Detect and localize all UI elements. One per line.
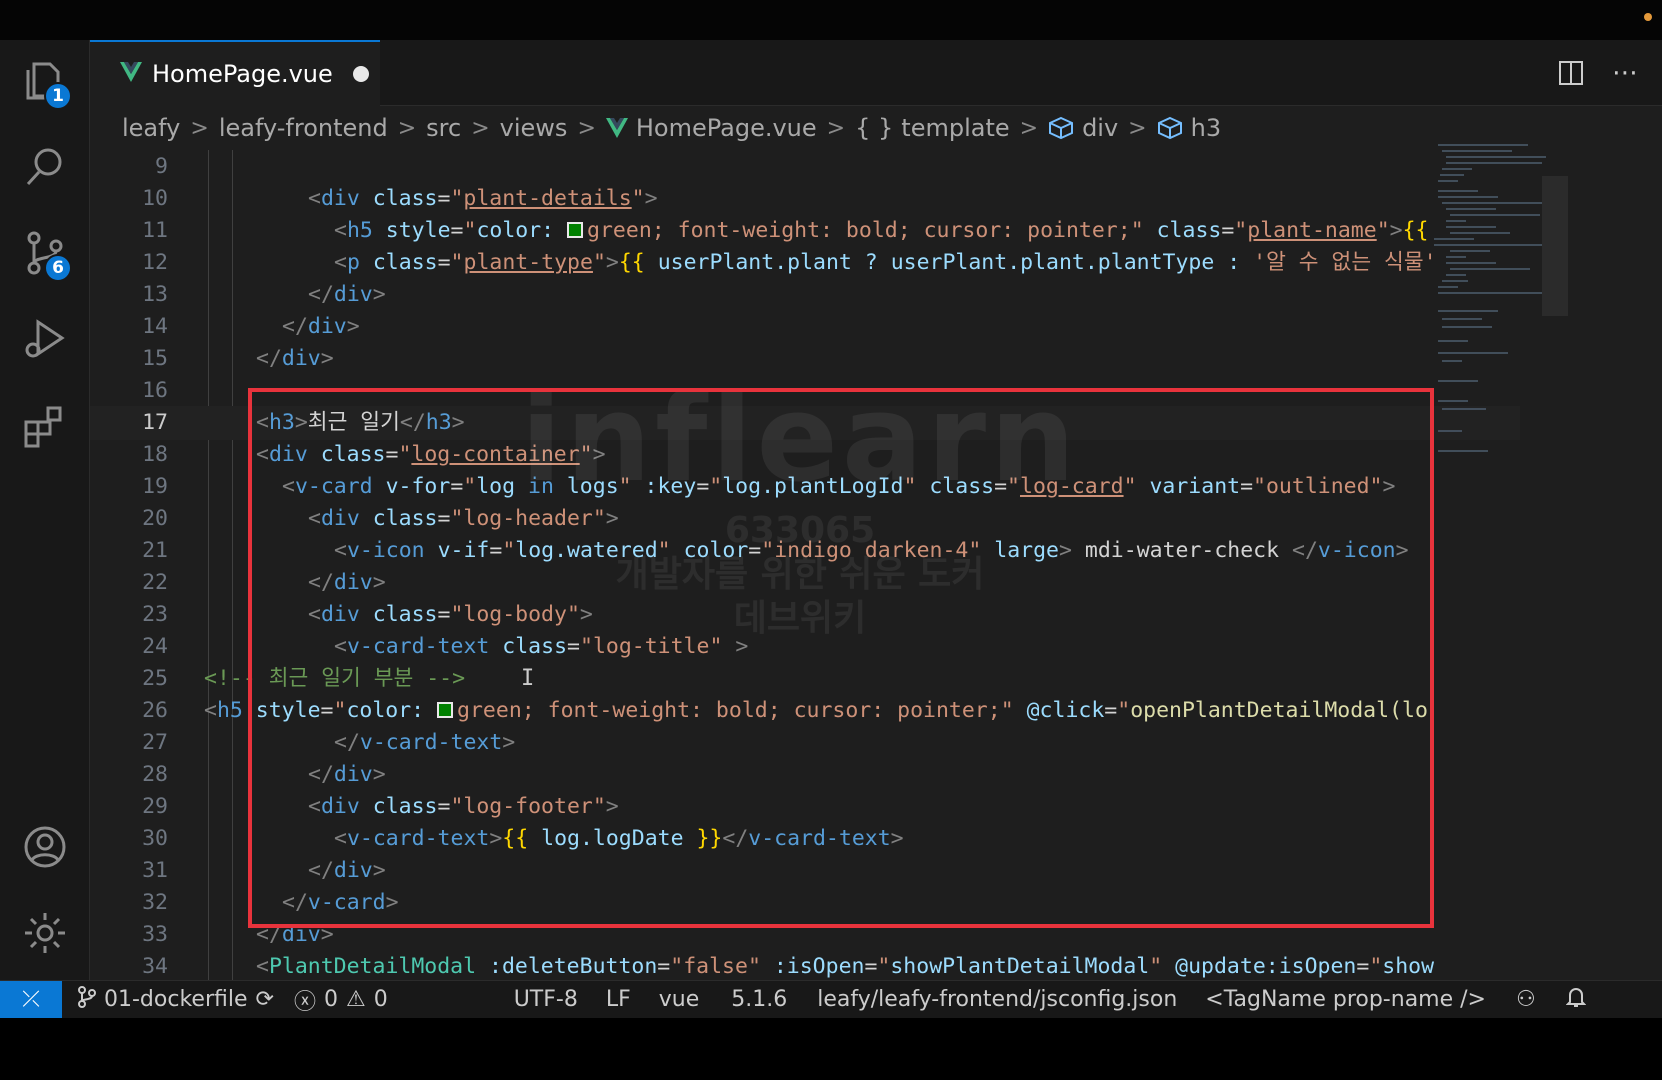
code-line: 34 <PlantDetailModal :deleteButton="false…	[142, 954, 1435, 979]
vue-icon	[120, 62, 142, 86]
breadcrumb-item[interactable]: div	[1082, 114, 1118, 142]
warning-icon: ⚠	[345, 987, 366, 1012]
title-bar	[0, 0, 1662, 40]
code-line: 23 <div class="log-body">	[142, 602, 593, 627]
gear-icon	[20, 908, 70, 962]
code-line: 28 </div>	[142, 762, 386, 787]
bottom-strip	[0, 1018, 1662, 1080]
breadcrumb: leafy > leafy-frontend > src > views > HomeP…	[90, 106, 1662, 150]
code-line: 21 <v-icon v-if="log.watered" color="indi…	[142, 538, 1409, 563]
code-editor[interactable]: 9 10 <div class="plant-details"> 11 <h5 st…	[90, 150, 1520, 1038]
account-icon	[20, 822, 70, 876]
chevron-right-icon: >	[577, 115, 596, 141]
color-swatch[interactable]	[437, 702, 454, 718]
accounts-button[interactable]	[16, 820, 74, 878]
git-branch-icon	[78, 985, 96, 1014]
code-line: 29 <div class="log-footer">	[142, 794, 619, 819]
code-line: 16	[142, 378, 168, 403]
manage-button[interactable]	[16, 906, 74, 964]
remote-button[interactable]: ⤫	[0, 980, 62, 1019]
source-control-badge: 6	[44, 254, 72, 282]
vue-icon	[605, 118, 628, 138]
code-line: 18 <div class="log-container">	[142, 442, 606, 467]
chevron-right-icon: >	[190, 115, 209, 141]
chevron-right-icon: >	[1019, 115, 1039, 141]
code-line: 30 <v-card-text>{{ log.logDate }}</v-card…	[142, 826, 904, 851]
error-icon: ⓧ	[293, 989, 316, 1015]
code-line: 12 <p class="plant-type">{{ userPlant.pla…	[142, 250, 1437, 275]
element-cube-icon	[1048, 116, 1074, 140]
color-swatch[interactable]	[567, 222, 584, 238]
jsconfig-indicator[interactable]: leafy/leafy-frontend/jsconfig.json	[817, 987, 1177, 1012]
search-icon	[20, 142, 70, 196]
chevron-right-icon: >	[1128, 115, 1147, 141]
code-line: 20 <div class="log-header">	[142, 506, 619, 531]
chevron-right-icon: >	[826, 115, 846, 141]
code-line: 33 </div>	[142, 922, 334, 947]
feedback-icon[interactable]: ⚇	[1516, 987, 1536, 1012]
run-debug-button[interactable]	[16, 312, 74, 370]
text-cursor-icon: I	[521, 666, 535, 691]
scrollbar[interactable]	[1542, 176, 1568, 316]
status-bar: ⤫ 01-dockerfile ⟳ ⓧ 0 ⚠ 0 UTF-8 LF vue 5.1…	[0, 980, 1662, 1019]
braces-icon: { }	[855, 114, 894, 142]
tab-label: HomePage.vue	[152, 60, 333, 88]
source-control-button[interactable]: 6	[16, 226, 74, 284]
code-line: 24 <v-card-text class="log-title" >	[142, 634, 749, 659]
breadcrumb-item[interactable]: src	[426, 114, 461, 142]
breadcrumb-item[interactable]: views	[500, 114, 568, 142]
code-line: 15 </div>	[142, 346, 334, 371]
activity-bar: 1 6	[0, 40, 90, 1038]
remote-icon: ⤫	[22, 987, 40, 1012]
minimap[interactable]	[1430, 140, 1550, 500]
chevron-right-icon: >	[397, 115, 417, 141]
search-button[interactable]	[16, 140, 74, 198]
tab-homepage-vue[interactable]: HomePage.vue	[90, 40, 380, 106]
breadcrumb-item[interactable]: HomePage.vue	[636, 114, 817, 142]
bell-icon[interactable]	[1565, 986, 1587, 1014]
current-code-line: 17 <h3>최근 일기</h3>	[90, 406, 1520, 440]
code-line: 14 </div>	[142, 314, 360, 339]
more-actions-icon[interactable]: ⋯	[1608, 56, 1642, 90]
explorer-button[interactable]: 1	[16, 54, 74, 112]
split-editor-icon[interactable]	[1554, 56, 1588, 90]
run-debug-icon	[20, 314, 70, 368]
code-line: 32 </v-card>	[142, 890, 399, 915]
element-cube-icon	[1157, 116, 1183, 140]
language-mode[interactable]: vue	[659, 987, 700, 1012]
branch-indicator[interactable]: 01-dockerfile ⟳	[78, 985, 274, 1014]
breadcrumb-item[interactable]: leafy-frontend	[219, 114, 388, 142]
tab-strip: HomePage.vue ⋯	[90, 40, 1662, 106]
code-line: 31 </div>	[142, 858, 386, 883]
code-line: 13 </div>	[142, 282, 386, 307]
code-line: 27 </v-card-text>	[142, 730, 516, 755]
explorer-badge: 1	[44, 82, 72, 110]
code-line: 26 <h5 style="color: green; font-weight: …	[142, 698, 1428, 723]
breadcrumb-item[interactable]: leafy	[122, 114, 180, 142]
chevron-right-icon: >	[471, 115, 490, 141]
eol-indicator[interactable]: LF	[606, 987, 631, 1012]
problems-indicator[interactable]: ⓧ 0 ⚠ 0	[294, 984, 388, 1016]
code-line: 9	[155, 154, 168, 179]
notification-dot	[1644, 13, 1652, 21]
sync-icon[interactable]: ⟳	[256, 987, 274, 1012]
extensions-button[interactable]	[16, 398, 74, 456]
version-indicator[interactable]: 5.1.6	[731, 987, 787, 1012]
code-line: 10 <div class="plant-details">	[142, 186, 658, 211]
snippet-indicator[interactable]: <TagName prop-name />	[1205, 987, 1486, 1012]
breadcrumb-item[interactable]: h3	[1191, 114, 1221, 142]
encoding-indicator[interactable]: UTF-8	[514, 987, 578, 1012]
breadcrumb-item[interactable]: template	[901, 114, 1009, 142]
code-line: 22 </div>	[142, 570, 386, 595]
extensions-icon	[20, 400, 70, 454]
unsaved-dot-icon[interactable]	[352, 66, 369, 82]
code-line: 25 <!-- 최근 일기 부분 -->	[142, 666, 466, 691]
code-line: 11 <h5 style="color: green; font-weight: …	[142, 218, 1429, 243]
code-line: 19 <v-card v-for="log in logs" :key="log.…	[142, 474, 1396, 499]
